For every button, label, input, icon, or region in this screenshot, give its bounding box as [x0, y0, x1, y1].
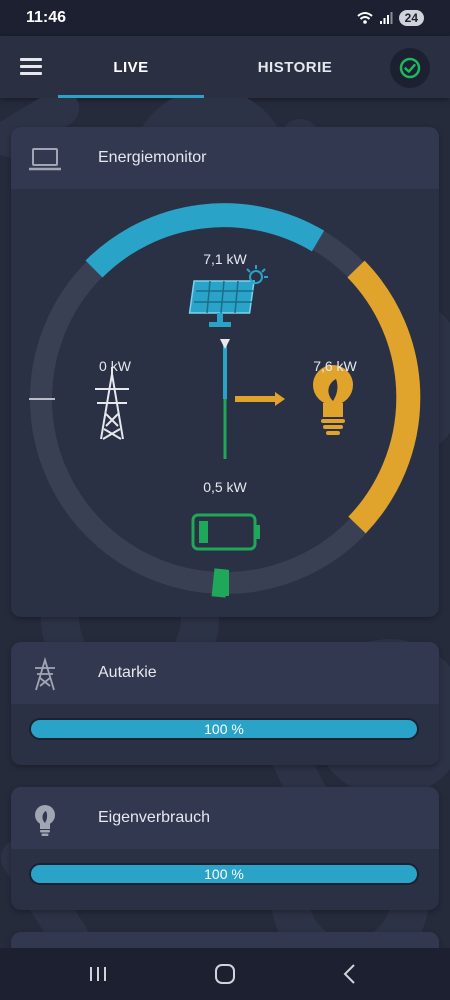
solar-panel-icon [188, 265, 268, 327]
menu-icon[interactable] [20, 58, 42, 76]
battery-level: 24 [398, 10, 424, 26]
autarkie-progress-label: 100 % [204, 721, 244, 737]
tab-live-label: LIVE [113, 58, 149, 76]
laptop-icon [29, 148, 61, 171]
wifi-icon [356, 12, 373, 24]
status-bar: 11:46 24 [0, 0, 450, 36]
grid-power-value: 0 kW [99, 358, 131, 374]
eigenverbrauch-progress-fill: 100 % [31, 865, 417, 883]
status-time: 11:46 [26, 9, 67, 26]
consumption-flow-arrow [275, 392, 285, 406]
home-icon[interactable] [205, 960, 245, 988]
solar-power-value: 7,1 kW [203, 251, 247, 267]
eigenverbrauch-card: Eigenverbrauch 100 % [11, 787, 439, 910]
eigenverbrauch-progress-bar: 100 % [29, 863, 419, 885]
grid-tower-icon [95, 367, 129, 440]
consumption-power-value: 7,6 kW [313, 358, 357, 374]
battery-power-value: 0,5 kW [203, 479, 247, 495]
eigenverbrauch-title: Eigenverbrauch [98, 809, 211, 826]
signal-icon [379, 12, 393, 24]
tab-historie-label: HISTORIE [257, 58, 333, 76]
eigenverbrauch-header: Eigenverbrauch [11, 787, 439, 849]
autarkie-title: Autarkie [98, 664, 157, 681]
eigenverbrauch-progress-label: 100 % [204, 866, 244, 882]
connection-status-button[interactable] [390, 48, 430, 88]
consumption-arc [347, 260, 421, 534]
energy-monitor-card: Energiemonitor 7,1 kW 0 kW 7,6 kW 0,5 kW [11, 127, 439, 617]
battery-icon [191, 513, 260, 551]
solar-flow-arrow [220, 339, 230, 349]
autarkie-card: Autarkie 100 % [11, 642, 439, 765]
active-tab-indicator [58, 95, 204, 98]
app-bar: LIVE HISTORIE [0, 36, 450, 98]
tab-live[interactable]: LIVE [58, 36, 204, 98]
energy-monitor-title: Energiemonitor [98, 149, 207, 166]
tab-historie[interactable]: HISTORIE [222, 36, 368, 98]
autarkie-header: Autarkie [11, 642, 439, 704]
autarkie-progress-bar: 100 % [29, 718, 419, 740]
lightbulb-icon [35, 805, 55, 836]
grid-tower-icon [35, 656, 55, 691]
autarkie-progress-fill: 100 % [31, 720, 417, 738]
status-icons: 24 [356, 10, 424, 26]
recent-apps-icon[interactable] [78, 960, 118, 988]
system-navigation-bar [0, 948, 450, 1000]
energy-monitor-header: Energiemonitor [11, 127, 439, 189]
check-circle-icon [399, 57, 421, 79]
back-icon[interactable] [330, 960, 370, 988]
battery-arc-segment [211, 568, 229, 598]
